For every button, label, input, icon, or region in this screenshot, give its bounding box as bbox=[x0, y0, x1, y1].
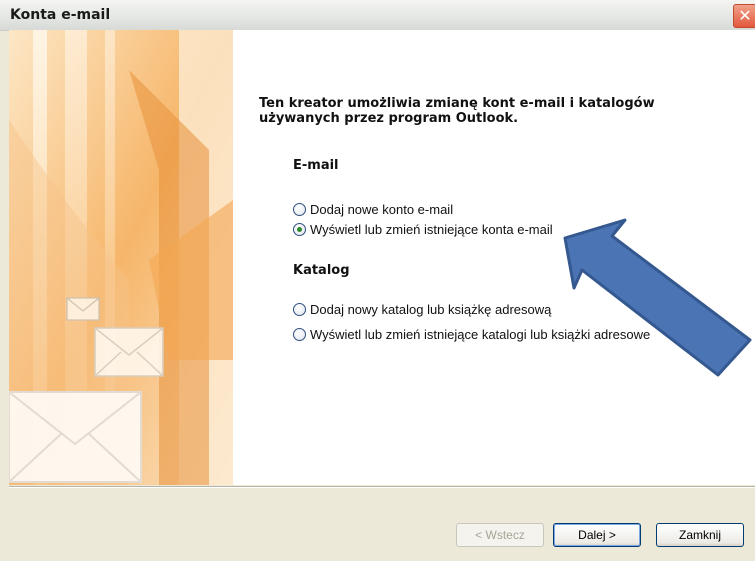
title-bar[interactable]: Konta e-mail ✕ bbox=[0, 0, 755, 31]
radio-button[interactable] bbox=[293, 203, 306, 216]
back-button[interactable]: < Wstecz bbox=[456, 523, 544, 547]
window-title: Konta e-mail bbox=[10, 7, 111, 23]
email-section-label: E-mail bbox=[293, 158, 339, 173]
radio-button[interactable] bbox=[293, 328, 306, 341]
intro-line-1: Ten kreator umożliwia zmianę kont e-mail… bbox=[259, 96, 655, 111]
radio-add-email-account[interactable]: Dodaj nowe konto e-mail bbox=[293, 202, 453, 217]
radio-add-directory[interactable]: Dodaj nowy katalog lub książkę adresową bbox=[293, 302, 551, 317]
envelope-icon-medium bbox=[94, 327, 164, 377]
wizard-intro: Ten kreator umożliwia zmianę kont e-mail… bbox=[259, 96, 699, 126]
dialog-window: Konta e-mail ✕ Ten kreator umożliwia zmi… bbox=[0, 0, 755, 561]
close-button[interactable]: Zamknij bbox=[656, 523, 744, 547]
wizard-side-illustration bbox=[9, 30, 233, 485]
next-button[interactable]: Dalej > bbox=[553, 523, 641, 547]
radio-view-email-accounts[interactable]: Wyświetl lub zmień istniejące konta e-ma… bbox=[293, 222, 553, 237]
envelope-icon-small bbox=[66, 297, 100, 321]
close-window-button[interactable]: ✕ bbox=[733, 4, 755, 28]
directory-section-label: Katalog bbox=[293, 263, 350, 278]
radio-button-selected[interactable] bbox=[293, 223, 306, 236]
footer-divider bbox=[9, 486, 755, 488]
radio-label: Dodaj nowe konto e-mail bbox=[310, 202, 454, 217]
radio-label: Wyświetl lub zmień istniejące konta e-ma… bbox=[310, 222, 553, 237]
radio-label: Dodaj nowy katalog lub książkę adresową bbox=[310, 302, 552, 317]
close-icon: ✕ bbox=[738, 6, 752, 25]
intro-line-2: używanych przez program Outlook. bbox=[259, 111, 519, 126]
pointer-arrow bbox=[563, 218, 752, 377]
radio-button[interactable] bbox=[293, 303, 306, 316]
envelope-icon-large bbox=[9, 391, 142, 483]
